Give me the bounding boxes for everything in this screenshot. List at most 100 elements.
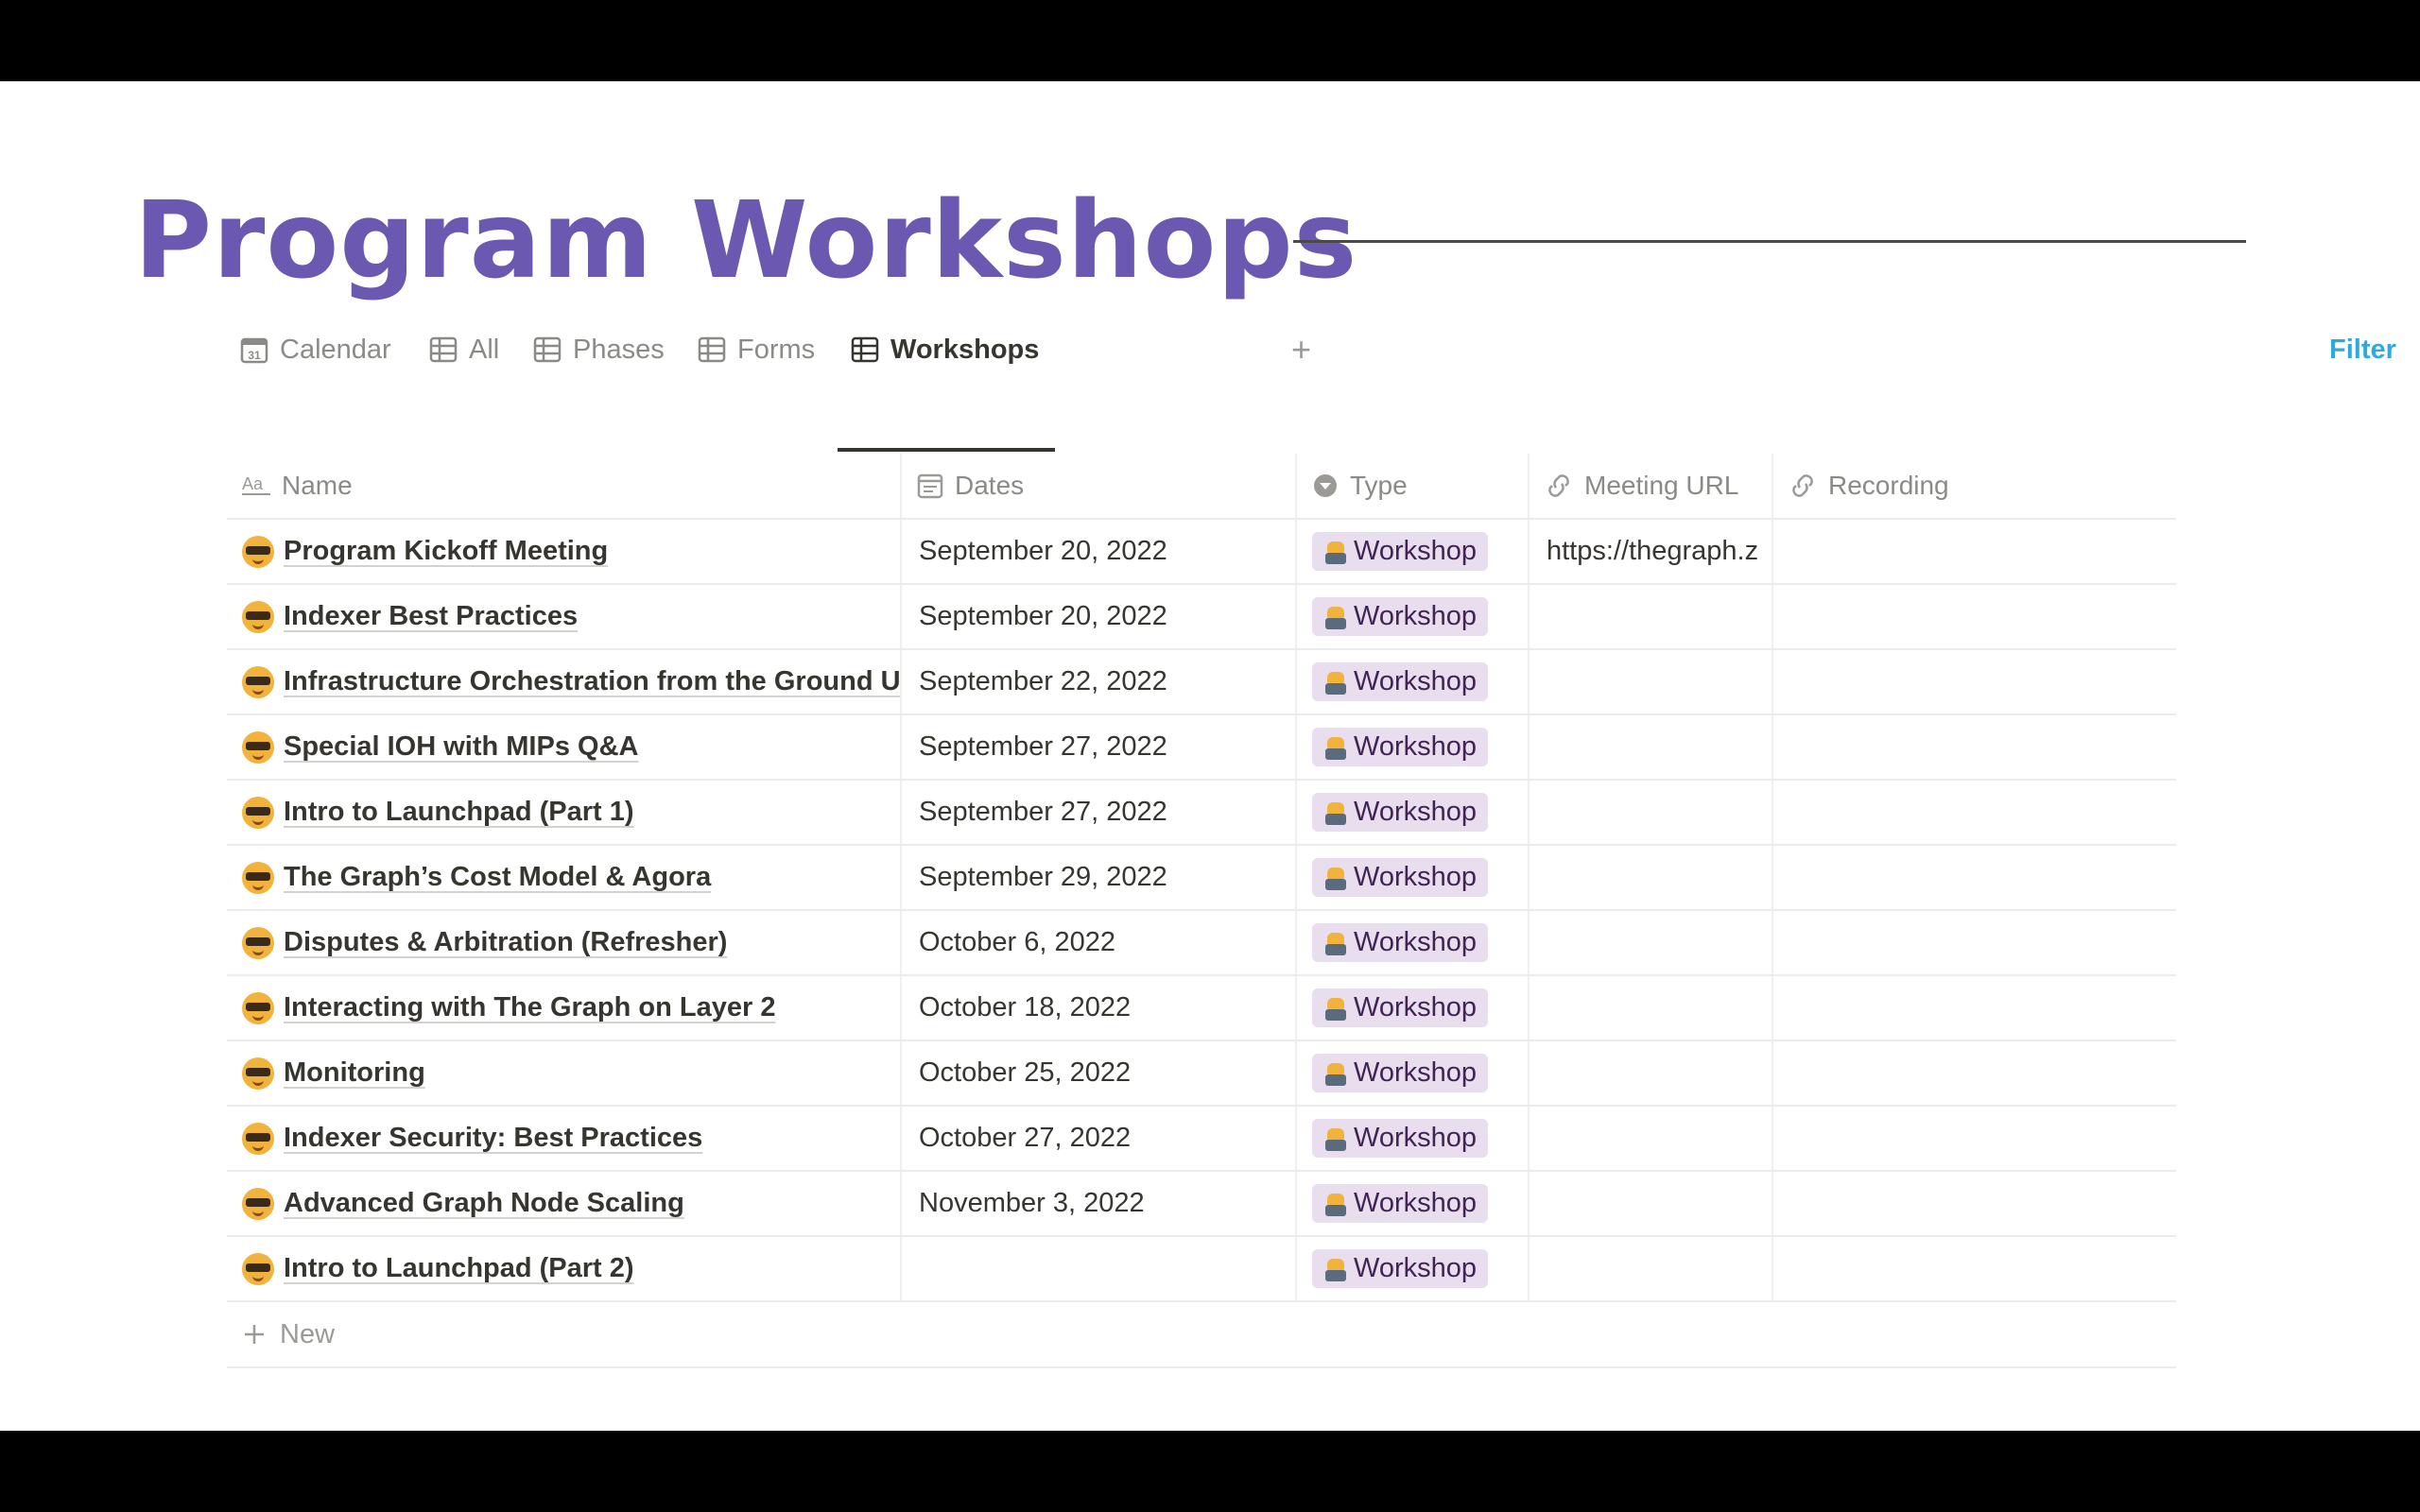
cell-name[interactable]: Interacting with The Graph on Layer 2 [227,976,902,1040]
cell-type[interactable]: Workshop [1297,846,1530,909]
cell-type[interactable]: Workshop [1297,520,1530,583]
cell-meeting-url[interactable] [1530,1041,1773,1105]
cell-meeting-url[interactable] [1530,976,1773,1040]
cell-dates[interactable] [902,1237,1297,1300]
cell-name[interactable]: Indexer Best Practices [227,585,902,648]
cell-dates[interactable]: September 27, 2022 [902,781,1297,844]
table-row[interactable]: Infrastructure Orchestration from the Gr… [227,650,2176,715]
row-title[interactable]: Infrastructure Orchestration from the Gr… [284,666,900,697]
table-row[interactable]: Monitoring October 25, 2022 Workshop [227,1041,2176,1107]
cell-recording[interactable] [1773,1237,2167,1300]
cell-dates[interactable]: September 29, 2022 [902,846,1297,909]
cell-meeting-url[interactable] [1530,715,1773,779]
cell-name[interactable]: Intro to Launchpad (Part 2) [227,1237,902,1300]
row-title[interactable]: Program Kickoff Meeting [284,536,608,567]
cell-dates[interactable]: October 6, 2022 [902,911,1297,974]
cell-dates[interactable]: October 27, 2022 [902,1107,1297,1170]
cell-dates[interactable]: October 18, 2022 [902,976,1297,1040]
row-title[interactable]: The Graph’s Cost Model & Agora [284,862,711,893]
cell-meeting-url[interactable] [1530,781,1773,844]
cell-recording[interactable] [1773,911,2167,974]
table-row[interactable]: Special IOH with MIPs Q&A September 27, 2… [227,715,2176,781]
cell-type[interactable]: Workshop [1297,781,1530,844]
table-row[interactable]: Intro to Launchpad (Part 1) September 27,… [227,781,2176,846]
cell-recording[interactable] [1773,1041,2167,1105]
column-header-meeting-url[interactable]: Meeting URL [1530,454,1773,518]
cell-name[interactable]: Special IOH with MIPs Q&A [227,715,902,779]
cell-name[interactable]: Monitoring [227,1041,902,1105]
column-header-dates[interactable]: Dates [902,454,1297,518]
cell-meeting-url[interactable] [1530,1172,1773,1235]
cell-dates[interactable]: September 20, 2022 [902,585,1297,648]
row-title[interactable]: Intro to Launchpad (Part 1) [284,797,634,828]
row-title[interactable]: Disputes & Arbitration (Refresher) [284,927,727,958]
cell-name[interactable]: Intro to Launchpad (Part 1) [227,781,902,844]
cell-recording[interactable] [1773,715,2167,779]
row-title[interactable]: Intro to Launchpad (Part 2) [284,1253,634,1284]
row-title[interactable]: Special IOH with MIPs Q&A [284,731,638,763]
table-row[interactable]: Disputes & Arbitration (Refresher) Octobe… [227,911,2176,976]
cell-type[interactable]: Workshop [1297,976,1530,1040]
table-icon [533,336,562,363]
tab-forms[interactable]: Forms [698,308,815,391]
cell-type[interactable]: Workshop [1297,715,1530,779]
table-row[interactable]: Indexer Security: Best Practices October … [227,1107,2176,1172]
cell-recording[interactable] [1773,520,2167,583]
add-row-button[interactable]: New [227,1302,2176,1368]
tab-all[interactable]: All [429,308,499,391]
table-row[interactable]: Program Kickoff Meeting September 20, 202… [227,520,2176,585]
table-row[interactable]: Advanced Graph Node Scaling November 3, 2… [227,1172,2176,1237]
cell-recording[interactable] [1773,650,2167,713]
cell-dates[interactable]: September 20, 2022 [902,520,1297,583]
cell-dates[interactable]: September 22, 2022 [902,650,1297,713]
row-title[interactable]: Indexer Best Practices [284,601,578,632]
cell-meeting-url[interactable] [1530,846,1773,909]
table-row[interactable]: Intro to Launchpad (Part 2) Workshop [227,1237,2176,1302]
cell-dates[interactable]: October 25, 2022 [902,1041,1297,1105]
cell-dates[interactable]: November 3, 2022 [902,1172,1297,1235]
sunglasses-emoji-icon [242,1122,274,1155]
cell-type[interactable]: Workshop [1297,1237,1530,1300]
cell-recording[interactable] [1773,781,2167,844]
cell-name[interactable]: Indexer Security: Best Practices [227,1107,902,1170]
cell-meeting-url[interactable] [1530,911,1773,974]
cell-dates[interactable]: September 27, 2022 [902,715,1297,779]
cell-type[interactable]: Workshop [1297,1041,1530,1105]
cell-name[interactable]: The Graph’s Cost Model & Agora [227,846,902,909]
tab-workshops[interactable]: Workshops [851,308,1039,391]
tab-phases[interactable]: Phases [533,308,665,391]
cell-name[interactable]: Infrastructure Orchestration from the Gr… [227,650,902,713]
cell-meeting-url[interactable] [1530,585,1773,648]
cell-type[interactable]: Workshop [1297,585,1530,648]
row-title[interactable]: Monitoring [284,1057,425,1089]
cell-recording[interactable] [1773,976,2167,1040]
table-row[interactable]: Indexer Best Practices September 20, 2022… [227,585,2176,650]
cell-name[interactable]: Program Kickoff Meeting [227,520,902,583]
cell-meeting-url[interactable]: https://thegraph.z [1530,520,1773,583]
cell-recording[interactable] [1773,585,2167,648]
filter-button[interactable]: Filter [2329,308,2396,391]
cell-recording[interactable] [1773,1107,2167,1170]
column-header-type[interactable]: Type [1297,454,1530,518]
cell-type[interactable]: Workshop [1297,1107,1530,1170]
cell-type[interactable]: Workshop [1297,1172,1530,1235]
cell-type[interactable]: Workshop [1297,911,1530,974]
cell-meeting-url[interactable] [1530,1237,1773,1300]
cell-name[interactable]: Disputes & Arbitration (Refresher) [227,911,902,974]
table-row[interactable]: Interacting with The Graph on Layer 2 Oct… [227,976,2176,1041]
cell-meeting-url[interactable] [1530,1107,1773,1170]
cell-type[interactable]: Workshop [1297,650,1530,713]
row-title[interactable]: Advanced Graph Node Scaling [284,1188,684,1219]
workshops-table: Aa Name Dates Type Meeting URL Recording… [227,454,2176,1368]
cell-recording[interactable] [1773,846,2167,909]
cell-recording[interactable] [1773,1172,2167,1235]
row-title[interactable]: Indexer Security: Best Practices [284,1123,702,1154]
cell-meeting-url[interactable] [1530,650,1773,713]
add-view-button[interactable]: + [1291,308,1311,391]
column-header-recording[interactable]: Recording [1773,454,2167,518]
column-header-name[interactable]: Aa Name [227,454,902,518]
row-title[interactable]: Interacting with The Graph on Layer 2 [284,992,775,1023]
tab-calendar[interactable]: 31 Calendar [240,308,391,391]
table-row[interactable]: The Graph’s Cost Model & Agora September … [227,846,2176,911]
cell-name[interactable]: Advanced Graph Node Scaling [227,1172,902,1235]
